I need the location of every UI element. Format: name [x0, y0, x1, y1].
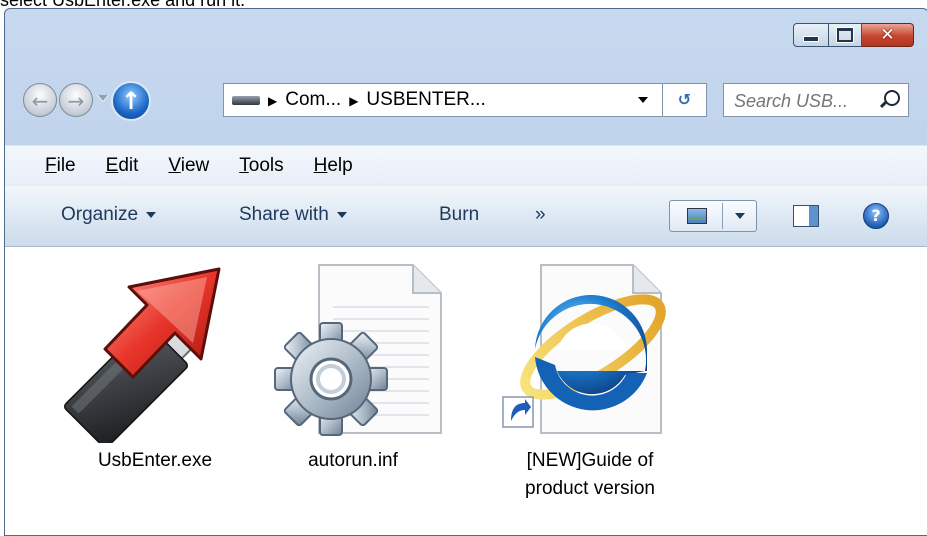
maximize-icon: [836, 27, 854, 43]
search-input[interactable]: [732, 88, 876, 114]
menu-file[interactable]: File: [45, 155, 76, 177]
file-item-guide[interactable]: [NEW]Guide of product version: [475, 247, 705, 503]
file-name: autorun.inf: [308, 450, 398, 471]
mnemonic: F: [45, 155, 57, 176]
menu-edit[interactable]: Edit: [106, 155, 139, 177]
more-label: »: [535, 204, 546, 225]
chevron-down-icon: [336, 211, 347, 218]
back-button[interactable]: ←: [23, 83, 57, 117]
preview-pane-icon[interactable]: [793, 205, 819, 227]
menu-bar: File Edit View Tools Help: [5, 145, 927, 187]
burn-button[interactable]: Burn: [439, 204, 479, 226]
organize-label: Organize: [61, 204, 139, 225]
share-with-button[interactable]: Share with: [239, 204, 347, 226]
maximize-button[interactable]: [829, 23, 862, 47]
address-dropdown-icon[interactable]: [638, 97, 648, 103]
breadcrumb-label: USBENTER...: [366, 89, 486, 110]
organize-button[interactable]: Organize: [61, 204, 157, 226]
breadcrumb-separator-icon: ▶: [268, 94, 278, 108]
settings-file-icon: [274, 264, 442, 436]
view-icon[interactable]: [687, 208, 707, 224]
more-commands-button[interactable]: »: [535, 204, 546, 226]
breadcrumb-computer[interactable]: ▶ Com...: [268, 89, 341, 111]
mnemonic: E: [105, 155, 119, 176]
chevron-down-icon[interactable]: [735, 213, 745, 219]
breadcrumb-separator-icon: ▶: [349, 94, 359, 108]
up-arrow-icon: ↑: [120, 87, 142, 115]
burn-label: Burn: [439, 204, 480, 225]
up-button[interactable]: ↑: [111, 81, 151, 121]
close-icon: ✕: [880, 25, 895, 45]
usb-drive-icon: [63, 267, 221, 443]
menu-edit-rest: dit: [118, 155, 139, 176]
close-button[interactable]: ✕: [862, 23, 914, 47]
file-item-usbenter[interactable]: UsbEnter.exe: [37, 247, 273, 475]
help-icon[interactable]: ?: [863, 203, 889, 229]
drive-icon: [232, 95, 260, 105]
search-icon[interactable]: [884, 90, 900, 106]
navigation-bar: ← → ↑ ▶ Com... ▶ USBENTER... ↺: [5, 79, 927, 123]
mnemonic: V: [168, 155, 181, 176]
menu-help[interactable]: Help: [314, 155, 353, 177]
minimize-icon: [803, 36, 819, 42]
file-name-line-1: [NEW]Guide of: [526, 450, 654, 471]
chevron-down-icon: [98, 95, 108, 101]
search-box[interactable]: [723, 83, 909, 117]
mnemonic: T: [239, 155, 249, 176]
menu-file-rest: ile: [56, 155, 76, 176]
menu-tools-rest: ools: [248, 155, 284, 176]
menu-help-rest: elp: [327, 155, 353, 176]
menu-tools[interactable]: Tools: [239, 155, 283, 177]
change-view-control[interactable]: [669, 200, 757, 232]
breadcrumb-usbenter[interactable]: ▶ USBENTER...: [349, 89, 486, 111]
minimize-button[interactable]: [793, 23, 829, 47]
file-name: UsbEnter.exe: [97, 450, 213, 471]
command-bar: Organize Share with Burn » ?: [5, 186, 927, 247]
explorer-window: ✕ ← → ↑ ▶ Com... ▶ USBENTER... ↺ File Edit…: [4, 8, 927, 536]
forward-arrow-icon: →: [67, 89, 85, 113]
menu-view-rest: iew: [180, 155, 210, 176]
mnemonic: H: [313, 155, 328, 176]
file-list: UsbEnter.exe autorun.inf [NEW]Guide of p…: [5, 247, 927, 535]
caption-buttons: ✕: [793, 23, 914, 47]
breadcrumb-label: Com...: [285, 89, 342, 110]
refresh-button[interactable]: ↺: [663, 83, 707, 117]
file-item-autorun[interactable]: autorun.inf: [253, 247, 453, 475]
forward-button[interactable]: →: [59, 83, 93, 117]
refresh-icon: ↺: [677, 90, 692, 109]
chevron-down-icon: [146, 211, 157, 218]
internet-explorer-shortcut-icon: [502, 264, 666, 434]
file-name-line-2: product version: [525, 478, 655, 499]
back-arrow-icon: ←: [31, 89, 49, 113]
address-bar[interactable]: ▶ Com... ▶ USBENTER...: [223, 83, 663, 117]
menu-view[interactable]: View: [168, 155, 209, 177]
divider: [722, 203, 723, 229]
share-with-label: Share with: [239, 204, 329, 225]
